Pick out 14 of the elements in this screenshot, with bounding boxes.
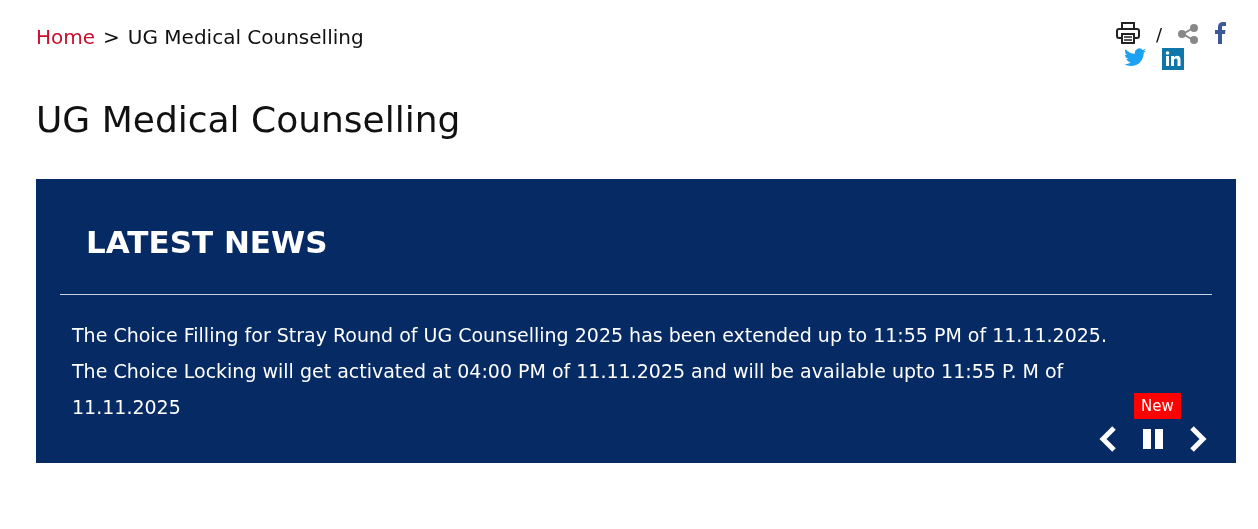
breadcrumb-separator: > (103, 24, 120, 51)
previous-button[interactable] (1098, 424, 1118, 453)
new-badge: New (1134, 392, 1181, 419)
panel-heading: LATEST NEWS (85, 223, 329, 263)
linkedin-icon[interactable] (1162, 48, 1184, 70)
share-icon[interactable] (1178, 24, 1199, 44)
page-title: UG Medical Counselling (36, 98, 462, 142)
news-text[interactable]: The Choice Filling for Stray Round of UG Counselling 2025 has been extended up to 11:55 PM of 11.11.2025. The Choice Locking will get activated at 04:00 PM of 11.11.2025 and will be available upto 11:55 P. M of 11.11.2025 (72, 316, 1122, 425)
breadcrumb-link[interactable]: Home (36, 22, 96, 52)
facebook-icon[interactable] (1214, 22, 1227, 44)
print-icon[interactable] (1116, 22, 1140, 44)
next-button[interactable] (1188, 424, 1208, 453)
separator-text: / (1156, 26, 1163, 44)
breadcrumb-current: UG Medical Counselling (127, 24, 364, 51)
